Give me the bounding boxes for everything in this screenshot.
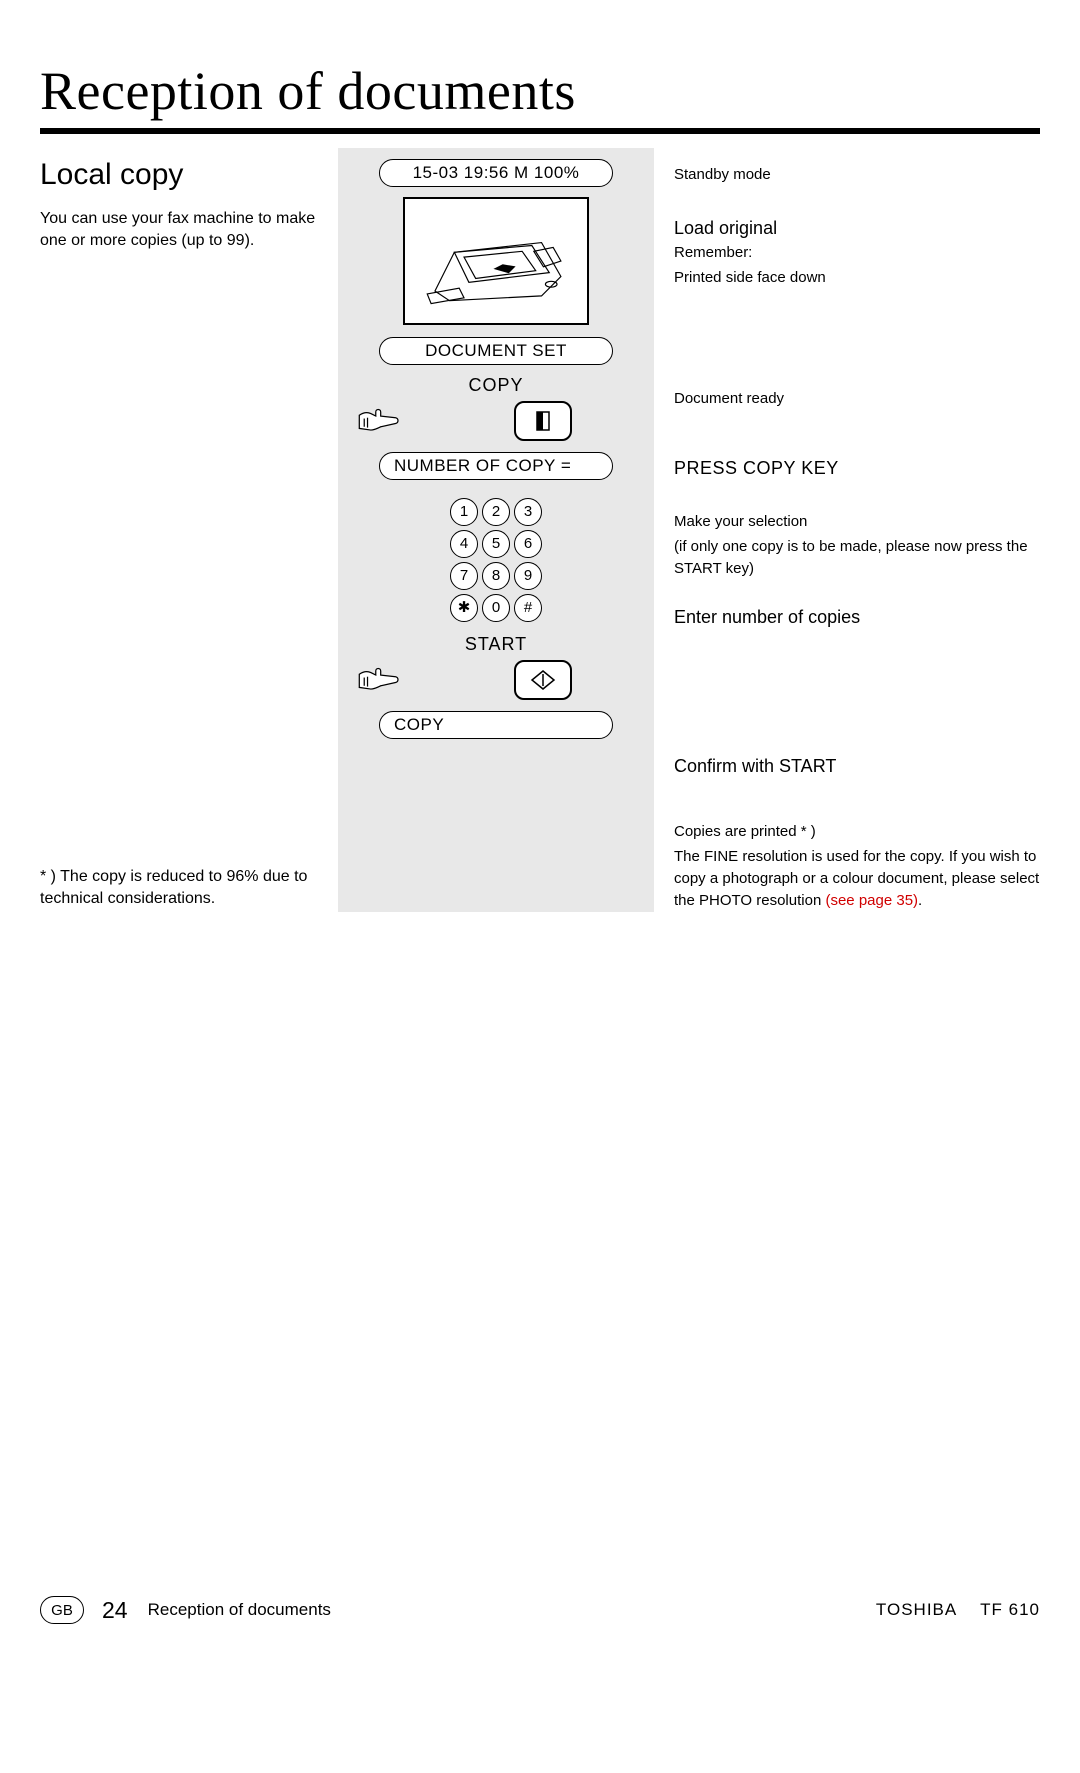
subtitle: Local copy [40,158,183,192]
gb-badge: GB [40,1596,84,1624]
load-original-heading: Load original [674,218,1046,239]
start-key-row [338,659,654,701]
make-selection-note: Make your selection [674,511,1046,533]
confirm-start-heading: Confirm with START [674,756,1046,777]
explanation-column: Standby mode Load original Remember: Pri… [674,158,1046,911]
pointing-hand-icon [356,659,404,701]
keypad-hash: # [514,594,542,622]
copies-printed-note: Copies are printed * ) [674,821,1046,843]
document-ready-note: Document ready [674,388,1046,410]
keypad-2: 2 [482,498,510,526]
keypad-3: 3 [514,498,542,526]
standby-note: Standby mode [674,164,1046,186]
page-number: 24 [102,1597,128,1624]
printed-side-note: Printed side face down [674,267,1046,289]
page-footer: GB 24 Reception of documents TOSHIBA TF … [40,1596,1040,1624]
document-icon [530,408,556,434]
remember-note: Remember: [674,242,1046,264]
keypad-6: 6 [514,530,542,558]
copy-label: COPY [338,375,654,396]
keypad-7: 7 [450,562,478,590]
keypad-4: 4 [450,530,478,558]
brand-name: TOSHIBA [876,1600,957,1619]
see-page-link[interactable]: (see page 35) [825,892,918,909]
model-name: TF 610 [980,1600,1040,1619]
title-rule [40,128,1040,134]
start-label: START [338,634,654,655]
footer-brand: TOSHIBA TF 610 [876,1600,1040,1620]
footnote-text: * ) The copy is reduced to 96% due to te… [40,866,340,911]
press-copy-heading: PRESS COPY KEY [674,458,1046,479]
pointing-hand-icon [356,400,404,442]
keypad-5: 5 [482,530,510,558]
lcd-document-set: DOCUMENT SET [379,337,613,365]
copy-key-row [338,400,654,442]
start-key-button [514,660,572,700]
keypad-8: 8 [482,562,510,590]
make-selection-sub: (if only one copy is to be made, please … [674,536,1046,580]
fax-machine-icon [405,199,587,323]
keypad-1: 1 [450,498,478,526]
keypad-9: 9 [514,562,542,590]
intro-text: You can use your fax machine to make one… [40,208,340,253]
number-keypad: 1 2 3 4 5 6 7 8 9 ✱ 0 # [338,498,654,622]
page-title: Reception of documents [40,60,576,122]
keypad-star: ✱ [450,594,478,622]
instruction-panel: 15-03 19:56 M 100% DOCUMENT SET COPY [338,148,654,912]
copies-body-note: The FINE resolution is used for the copy… [674,846,1046,911]
footer-section: Reception of documents [148,1600,331,1620]
lcd-copy-final: COPY [379,711,613,739]
copies-tail: . [918,892,922,909]
keypad-0: 0 [482,594,510,622]
enter-number-heading: Enter number of copies [674,607,1046,628]
lcd-standby: 15-03 19:56 M 100% [379,159,613,187]
copy-key-button [514,401,572,441]
fax-illustration [403,197,589,325]
lcd-number-of-copy: NUMBER OF COPY = [379,452,613,480]
start-diamond-icon [530,667,556,693]
